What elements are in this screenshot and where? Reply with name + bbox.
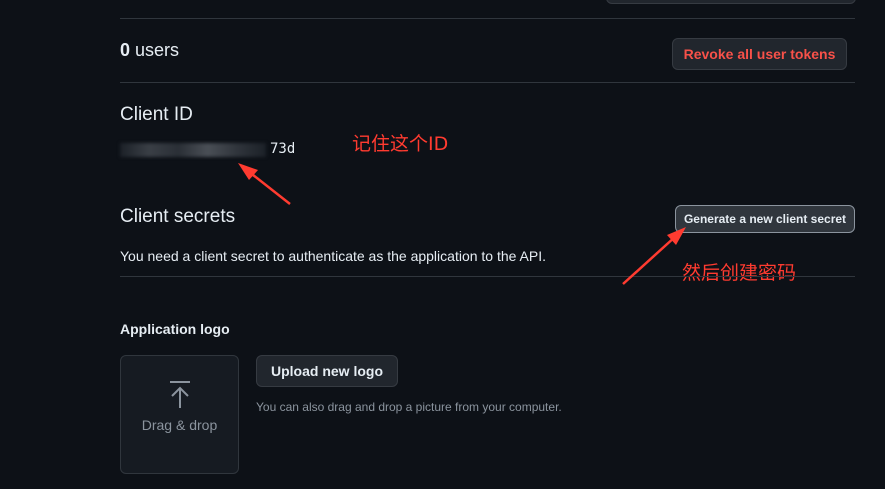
arrow-to-generate-button-icon [622,227,686,285]
arrow-to-client-id-icon [238,163,291,205]
annotation-arrows [238,163,686,285]
